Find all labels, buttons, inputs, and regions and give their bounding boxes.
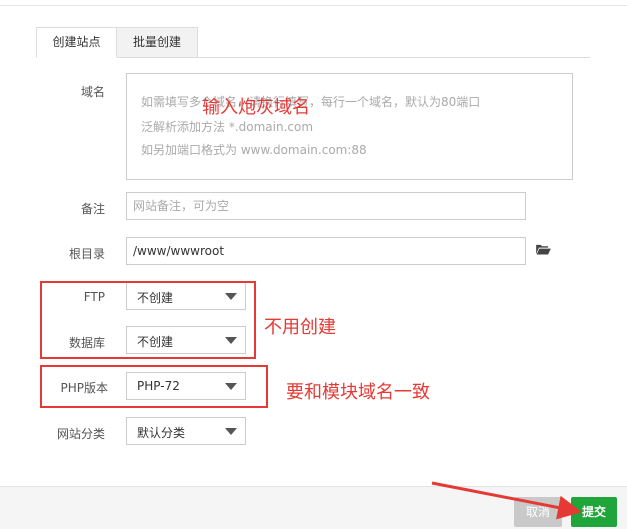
- tab-create-site[interactable]: 创建站点: [36, 27, 117, 58]
- annotation-arrow: [431, 481, 582, 520]
